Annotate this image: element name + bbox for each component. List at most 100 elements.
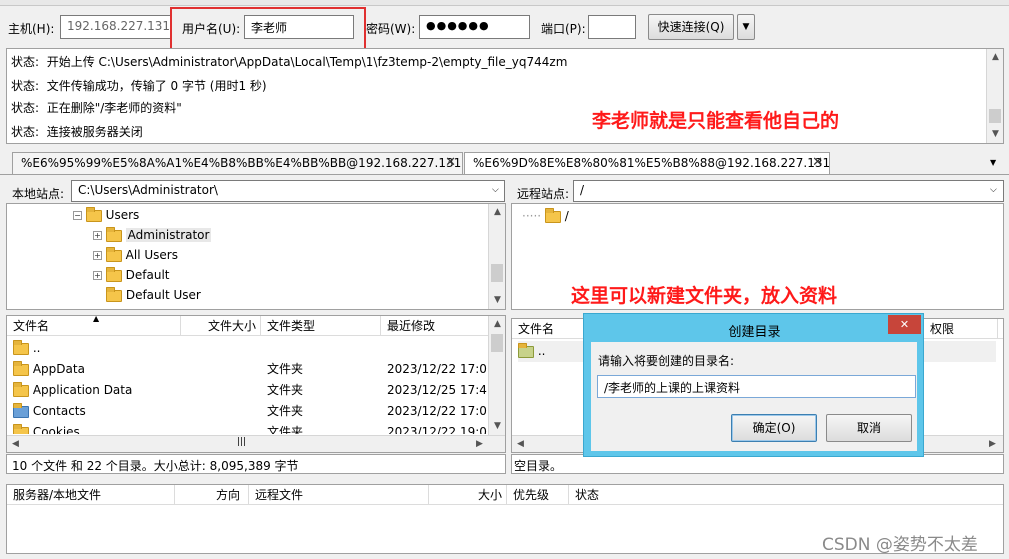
host-input[interactable]: 192.168.227.131	[60, 15, 172, 39]
chevron-down-icon[interactable]: ⌵	[990, 185, 997, 195]
column-size[interactable]: 大小	[429, 485, 507, 505]
close-icon[interactable]: ✕	[445, 153, 456, 173]
chevron-down-icon: ▼	[742, 22, 750, 32]
quickconnect-button[interactable]: 快速连接(Q)	[648, 14, 734, 40]
table-row[interactable]: ..	[13, 338, 40, 359]
log-scrollbar-thumb[interactable]	[989, 109, 1001, 123]
folder-icon	[13, 381, 29, 397]
chevron-up-icon[interactable]: ▲	[489, 204, 505, 221]
column-direction[interactable]: 方向	[175, 485, 249, 505]
folder-icon	[544, 207, 561, 223]
column-priority[interactable]: 优先级	[507, 485, 569, 505]
local-site-path[interactable]: C:\Users\Administrator\	[71, 180, 505, 202]
column-header-row: 文件名 ▲ 文件大小 文件类型 最近修改	[7, 316, 490, 336]
remote-status-bar: 空目录。	[511, 454, 1004, 474]
chevron-down-icon[interactable]: ▼	[489, 292, 505, 309]
annotation-middle: 这里可以新建文件夹，放入资料	[571, 285, 838, 307]
local-list-scrollbar[interactable]: ▲ ▼	[488, 316, 505, 435]
dialog-body: 请输入将要创建的目录名: /李老师的上课的上课资料 确定(O) 取消	[591, 342, 917, 451]
local-status-bar: 10 个文件 和 22 个目录。大小总计: 8,095,389 字节	[6, 454, 506, 474]
table-row[interactable]: Contacts 文件夹 2023/12/22 17:0...	[13, 401, 498, 422]
log-line: 状态: 开始上传 C:\Users\Administrator\AppData\…	[11, 55, 568, 69]
column-server-local-file[interactable]: 服务器/本地文件	[7, 485, 175, 505]
table-row[interactable]: Application Data 文件夹 2023/12/25 17:4...	[13, 380, 498, 401]
tab-session-2[interactable]: %E6%9D%8E%E8%80%81%E5%B8%88@192.168.227.…	[464, 152, 830, 174]
column-remote-file[interactable]: 远程文件	[249, 485, 429, 505]
local-file-list: 文件名 ▲ 文件大小 文件类型 最近修改 .. AppData 文件夹 2023…	[6, 315, 506, 453]
sort-ascending-icon: ▲	[93, 315, 100, 323]
tree-item[interactable]: + All Users	[93, 245, 178, 266]
local-tree-scrollbar[interactable]: ▲ ▼	[488, 204, 505, 309]
chevron-right-icon[interactable]: ▶	[984, 436, 1001, 452]
message-log: 状态: 开始上传 C:\Users\Administrator\AppData\…	[6, 48, 1004, 144]
create-directory-dialog: 创建目录 ✕ 请输入将要创建的目录名: /李老师的上课的上课资料 确定(O) 取…	[583, 313, 924, 457]
dialog-close-button[interactable]: ✕	[888, 315, 921, 334]
folder-icon	[13, 360, 29, 376]
username-label: 用户名(U):	[182, 22, 241, 36]
column-modified[interactable]: 最近修改	[381, 316, 490, 336]
tree-item[interactable]: + Default	[93, 265, 170, 286]
log-line: 状态: 连接被服务器关闭	[11, 125, 143, 139]
user-folder-icon	[105, 226, 122, 242]
watermark: CSDN @姿势不太差	[822, 535, 978, 555]
chevron-left-icon[interactable]: ◀	[512, 436, 529, 452]
column-header-row: 服务器/本地文件 方向 远程文件 大小 优先级 状态	[7, 485, 1003, 505]
directory-name-input[interactable]: /李老师的上课的上课资料	[597, 375, 916, 398]
host-label: 主机(H):	[8, 22, 55, 36]
port-label: 端口(P):	[541, 22, 586, 36]
local-tree: − Users + Administrator + All Users + De…	[6, 203, 506, 310]
log-scrollbar[interactable]: ▲ ▼	[986, 49, 1003, 143]
quickconnect-bar: 主机(H): 192.168.227.131 用户名(U): 李老师 密码(W)…	[0, 7, 1009, 50]
close-icon: ✕	[899, 318, 910, 331]
tree-item[interactable]: − Users	[73, 205, 139, 226]
folder-icon	[13, 339, 29, 355]
tree-item[interactable]: ····· /	[522, 206, 569, 227]
scrollbar-thumb[interactable]	[491, 264, 503, 282]
table-row[interactable]: AppData 文件夹 2023/12/22 17:0...	[13, 359, 498, 380]
tab-list-dropdown-icon[interactable]: ▼	[990, 158, 996, 167]
scrollbar-thumb[interactable]	[491, 334, 503, 352]
column-filesize[interactable]: 文件大小	[181, 316, 261, 336]
username-input[interactable]: 李老师	[244, 15, 354, 39]
close-icon[interactable]: ✕	[812, 153, 823, 173]
tree-item[interactable]: Default User	[106, 285, 201, 306]
ok-button[interactable]: 确定(O)	[731, 414, 817, 442]
log-line: 状态: 文件传输成功，传输了 0 字节 (用时1 秒)	[11, 79, 267, 93]
folder-icon	[85, 206, 102, 222]
cancel-button[interactable]: 取消	[826, 414, 912, 442]
folder-icon	[105, 266, 122, 282]
column-permissions[interactable]: 权限	[924, 319, 998, 339]
collapse-icon[interactable]: −	[73, 211, 82, 220]
folder-icon	[518, 342, 534, 358]
contacts-folder-icon	[13, 402, 29, 418]
password-input[interactable]: ●●●●●●	[419, 15, 530, 39]
local-list-hscrollbar[interactable]: ◀ ||| ▶	[7, 435, 505, 452]
chevron-down-icon[interactable]: ▼	[987, 126, 1003, 143]
column-status[interactable]: 状态	[569, 485, 769, 505]
expand-icon[interactable]: +	[93, 271, 102, 280]
chevron-down-icon[interactable]: ⌵	[492, 185, 499, 195]
table-row[interactable]: Cookies 文件夹 2023/12/22 19:0...	[13, 422, 489, 434]
chevron-right-icon[interactable]: ▶	[471, 436, 488, 452]
scrollbar-grip[interactable]: |||	[237, 437, 246, 447]
local-site-label: 本地站点:	[12, 187, 65, 201]
expand-icon[interactable]: +	[93, 251, 102, 260]
chevron-down-icon[interactable]: ▼	[489, 418, 505, 435]
tab-session-1[interactable]: %E6%95%99%E5%8A%A1%E4%B8%BB%E4%BB%BB@192…	[12, 152, 463, 174]
remote-site-path[interactable]: /	[573, 180, 1004, 202]
dialog-title: 创建目录	[728, 325, 781, 340]
expand-icon[interactable]: +	[93, 231, 102, 240]
password-label: 密码(W):	[366, 22, 416, 36]
quickconnect-dropdown-button[interactable]: ▼	[737, 14, 755, 40]
chevron-left-icon[interactable]: ◀	[7, 436, 24, 452]
dialog-prompt: 请输入将要创建的目录名:	[598, 354, 735, 368]
folder-icon	[106, 286, 122, 302]
remote-site-label: 远程站点:	[517, 187, 570, 201]
chevron-up-icon[interactable]: ▲	[987, 49, 1003, 66]
annotation-top: 李老师就是只能查看他自己的	[592, 110, 840, 132]
folder-icon	[105, 246, 122, 262]
tree-item[interactable]: + Administrator	[93, 225, 212, 246]
column-filetype[interactable]: 文件类型	[261, 316, 381, 336]
port-input[interactable]	[588, 15, 636, 39]
chevron-up-icon[interactable]: ▲	[489, 316, 505, 333]
